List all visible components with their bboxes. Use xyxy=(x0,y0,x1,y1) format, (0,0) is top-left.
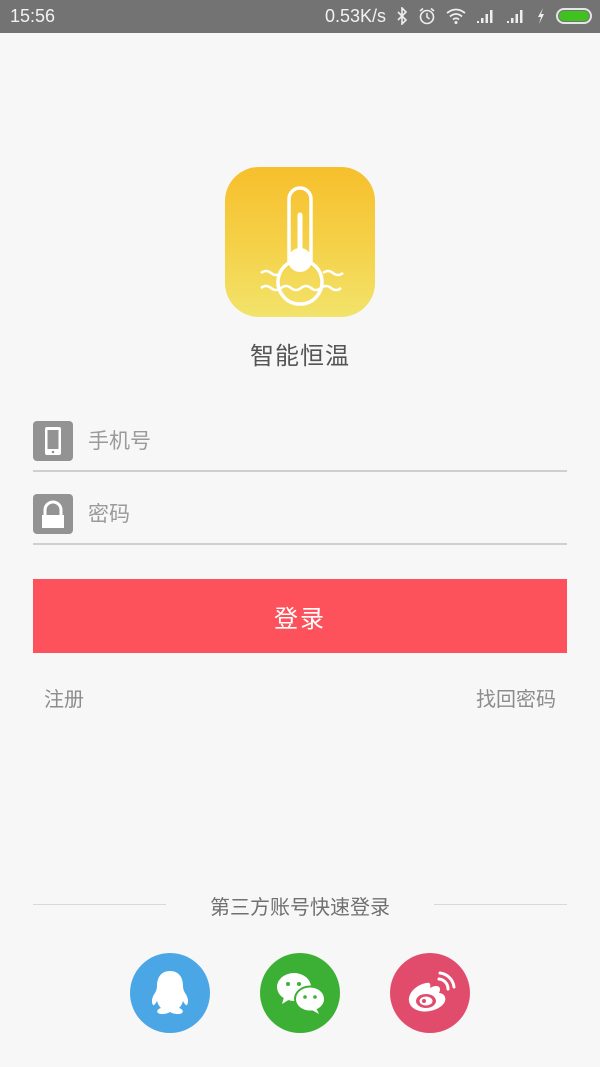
phone-icon xyxy=(33,421,73,461)
app-name: 智能恒温 xyxy=(250,342,350,370)
phone-input[interactable] xyxy=(88,420,558,462)
battery-icon xyxy=(556,8,592,24)
wechat-icon xyxy=(277,973,326,1014)
wechat-login-button[interactable] xyxy=(260,953,340,1033)
phone-field xyxy=(33,412,567,472)
forgot-password-link[interactable]: 找回密码 xyxy=(476,683,556,712)
register-link[interactable]: 注册 xyxy=(44,683,84,712)
third-party-login-label: 第三方账号快速登录 xyxy=(210,895,390,919)
weibo-icon xyxy=(408,971,456,1012)
alarm-icon xyxy=(418,7,436,25)
signal-icon xyxy=(506,8,526,24)
password-input[interactable] xyxy=(88,493,558,535)
status-bar: 15:56 0.53K/s xyxy=(0,0,600,33)
app-logo xyxy=(225,167,375,317)
network-speed: 0.53K/s xyxy=(324,5,386,26)
login-button[interactable]: 登录 xyxy=(33,579,567,653)
lock-icon xyxy=(33,494,73,534)
signal-icon xyxy=(476,8,496,24)
qq-icon xyxy=(151,971,189,1015)
qq-login-button[interactable] xyxy=(130,953,210,1033)
status-icons: 0.53K/s xyxy=(325,5,592,27)
weibo-login-button[interactable] xyxy=(390,953,470,1033)
thermometer-icon xyxy=(260,186,344,306)
wifi-icon xyxy=(446,8,466,24)
charging-icon xyxy=(536,8,546,24)
status-time: 15:56 xyxy=(10,6,56,26)
bluetooth-icon xyxy=(396,7,408,25)
password-field xyxy=(33,485,567,545)
divider-right xyxy=(434,904,567,905)
